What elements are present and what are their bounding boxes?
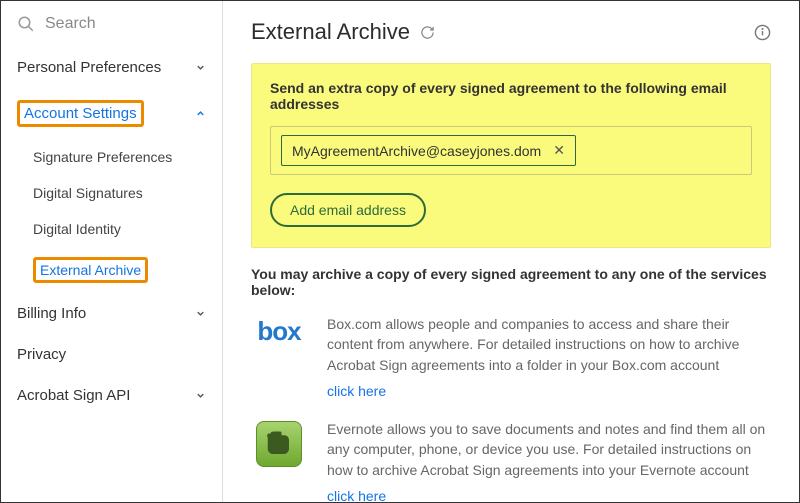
- search-input[interactable]: Search: [1, 1, 222, 47]
- evernote-desc-text: Evernote allows you to save documents an…: [327, 421, 765, 478]
- sidebar-subitem-signature-preferences[interactable]: Signature Preferences: [1, 139, 222, 175]
- main-header: External Archive: [251, 11, 771, 63]
- sidebar-item-account-settings[interactable]: Account Settings: [1, 88, 222, 139]
- sidebar-item-personal-preferences[interactable]: Personal Preferences: [1, 47, 222, 88]
- services-intro: You may archive a copy of every signed a…: [251, 266, 771, 298]
- sidebar-label: External Archive: [33, 257, 148, 283]
- search-icon: [17, 15, 35, 33]
- sidebar-label: Privacy: [17, 346, 66, 363]
- chevron-down-icon: [195, 62, 206, 73]
- sidebar-item-acrobat-sign-api[interactable]: Acrobat Sign API: [1, 375, 222, 416]
- search-placeholder: Search: [45, 15, 96, 33]
- chevron-down-icon: [195, 390, 206, 401]
- service-row-evernote: Evernote allows you to save documents an…: [251, 419, 771, 502]
- evernote-logo: [251, 421, 307, 467]
- elephant-icon: [264, 429, 294, 459]
- sidebar-item-privacy[interactable]: Privacy: [1, 334, 222, 375]
- sidebar-label: Personal Preferences: [17, 59, 161, 76]
- info-icon[interactable]: [754, 24, 771, 41]
- sidebar: Search Personal Preferences Account Sett…: [1, 1, 223, 502]
- sidebar-label: Billing Info: [17, 305, 86, 322]
- evernote-click-here-link[interactable]: click here: [327, 486, 771, 502]
- sidebar-label: Acrobat Sign API: [17, 387, 130, 404]
- service-row-box: box Box.com allows people and companies …: [251, 314, 771, 401]
- account-settings-submenu: Signature Preferences Digital Signatures…: [1, 139, 222, 293]
- page-title: External Archive: [251, 19, 410, 45]
- sidebar-subitem-digital-identity[interactable]: Digital Identity: [1, 211, 222, 247]
- archive-email-panel: Send an extra copy of every signed agree…: [251, 63, 771, 248]
- email-input-field[interactable]: MyAgreementArchive@caseyjones.dom ✕: [270, 126, 752, 175]
- close-icon[interactable]: ✕: [553, 142, 565, 159]
- app-frame: Search Personal Preferences Account Sett…: [0, 0, 800, 503]
- sidebar-subitem-digital-signatures[interactable]: Digital Signatures: [1, 175, 222, 211]
- sidebar-subitem-external-archive[interactable]: External Archive: [1, 247, 222, 293]
- title-wrap: External Archive: [251, 19, 435, 45]
- main-content: External Archive Send an extra copy of e…: [223, 1, 799, 502]
- box-description: Box.com allows people and companies to a…: [327, 314, 771, 401]
- add-email-button[interactable]: Add email address: [270, 193, 426, 227]
- email-chip-text: MyAgreementArchive@caseyjones.dom: [292, 143, 541, 159]
- chevron-down-icon: [195, 308, 206, 319]
- sidebar-label: Account Settings: [17, 100, 144, 127]
- evernote-description: Evernote allows you to save documents an…: [327, 419, 771, 502]
- chevron-up-icon: [195, 108, 206, 119]
- refresh-icon[interactable]: [420, 25, 435, 40]
- box-click-here-link[interactable]: click here: [327, 381, 771, 401]
- email-field-row: MyAgreementArchive@caseyjones.dom ✕: [270, 126, 752, 175]
- box-desc-text: Box.com allows people and companies to a…: [327, 316, 739, 373]
- box-logo-text: box: [257, 316, 300, 347]
- sidebar-item-billing-info[interactable]: Billing Info: [1, 293, 222, 334]
- email-chip: MyAgreementArchive@caseyjones.dom ✕: [281, 135, 576, 166]
- box-logo: box: [251, 316, 307, 347]
- panel-heading: Send an extra copy of every signed agree…: [270, 80, 752, 112]
